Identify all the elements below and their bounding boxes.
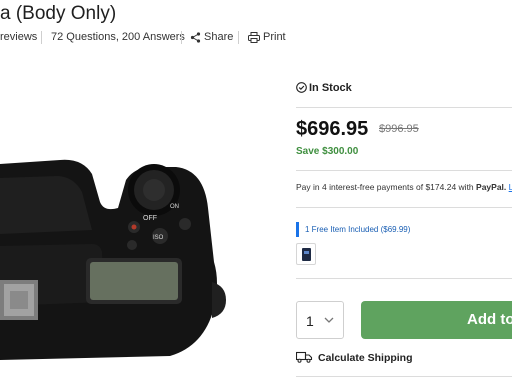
paypal-learn-more-link[interactable]: Le xyxy=(509,182,512,192)
paypal-brand: PayPal. xyxy=(476,182,507,192)
savings-amount: Save $300.00 xyxy=(296,146,359,157)
product-image-camera[interactable]: OFF ON ISO xyxy=(0,150,232,362)
quantity-value: 1 xyxy=(306,313,314,329)
truck-icon xyxy=(296,351,313,363)
camera-off-label: OFF xyxy=(143,215,157,222)
stock-status-label: In Stock xyxy=(309,82,352,94)
check-circle-icon xyxy=(296,82,307,93)
divider xyxy=(296,278,512,279)
camera-iso-label: ISO xyxy=(153,235,164,241)
divider xyxy=(296,207,512,208)
print-link[interactable]: Print xyxy=(263,31,286,43)
divider xyxy=(296,170,512,171)
free-item-thumbnail[interactable] xyxy=(296,243,316,265)
share-link[interactable]: Share xyxy=(204,31,233,43)
share-icon[interactable] xyxy=(190,32,201,43)
original-price: $996.95 xyxy=(379,123,419,135)
divider xyxy=(296,376,512,377)
quantity-select[interactable]: 1 xyxy=(296,301,344,339)
reviews-link[interactable]: reviews xyxy=(0,31,37,43)
product-title: a (Body Only) xyxy=(0,3,117,24)
meta-divider xyxy=(238,31,239,44)
print-icon[interactable] xyxy=(248,32,260,43)
questions-link[interactable]: 72 Questions, 200 Answers xyxy=(51,31,185,43)
free-item-banner[interactable]: 1 Free Item Included ($69.99) xyxy=(296,222,512,237)
paypal-installments: Pay in 4 interest-free payments of $174.… xyxy=(296,182,512,192)
memory-card-image xyxy=(302,248,311,261)
chevron-down-icon xyxy=(324,317,334,323)
meta-divider xyxy=(181,31,182,44)
divider xyxy=(296,107,512,108)
meta-divider xyxy=(41,31,42,44)
paypal-text: Pay in 4 interest-free payments of $174.… xyxy=(296,182,474,192)
camera-on-label: ON xyxy=(170,204,179,210)
calculate-shipping-label: Calculate Shipping xyxy=(318,352,413,364)
current-price: $696.95 xyxy=(296,118,369,140)
add-to-cart-button[interactable]: Add to xyxy=(361,301,512,339)
add-to-cart-label: Add to xyxy=(467,311,512,328)
